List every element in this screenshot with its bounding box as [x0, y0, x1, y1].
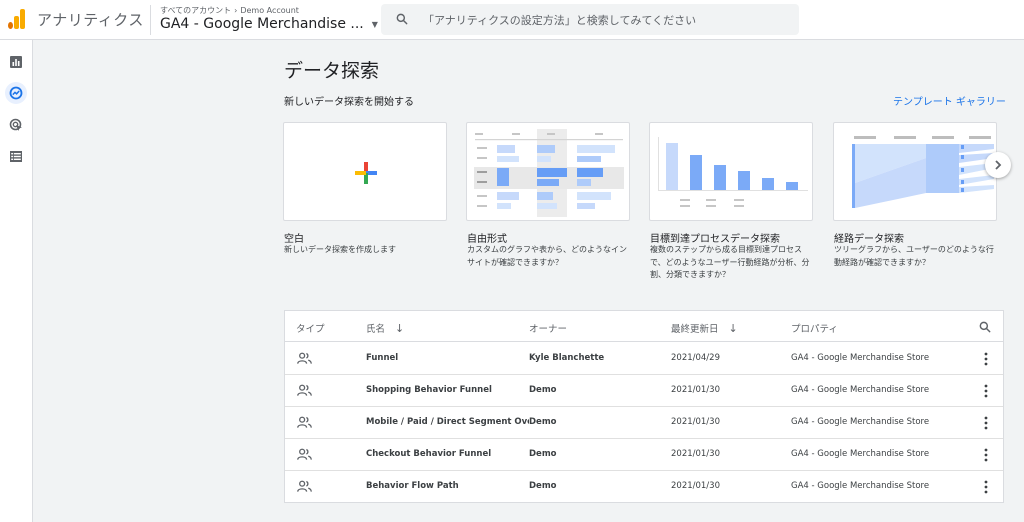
search-icon: [396, 13, 408, 25]
arrow-down-icon: ↓: [395, 322, 405, 335]
shared-users-icon: [297, 384, 312, 396]
funnel-icon: [658, 137, 808, 207]
account-selector[interactable]: GA4 - Google Merchandise ... ▼: [160, 16, 378, 32]
header-type[interactable]: タイプ: [296, 321, 325, 335]
more-vert-icon[interactable]: [981, 416, 991, 430]
template-desc-freeform: カスタムのグラフや表から、どのようなインサイトが確認できますか？: [467, 245, 627, 267]
breadcrumb[interactable]: すべてのアカウント › Demo Account: [160, 5, 299, 16]
header-owner[interactable]: オーナー: [529, 321, 567, 335]
freeform-icon: [474, 129, 624, 217]
breadcrumb-all-accounts[interactable]: すべてのアカウント: [160, 6, 231, 15]
nav-explore[interactable]: [5, 82, 27, 104]
path-icon: [852, 136, 994, 208]
table-header: タイプ 氏名 ↓ オーナー 最終更新日 ↓ プロパティ: [285, 311, 1003, 342]
explorations-table: タイプ 氏名 ↓ オーナー 最終更新日 ↓ プロパティ Funnel Kyle Bl…: [284, 310, 1004, 503]
row-name[interactable]: Funnel: [366, 353, 398, 363]
table-row[interactable]: Funnel Kyle Blanchette 2021/04/29 GA4 - …: [285, 343, 1003, 375]
more-vert-icon[interactable]: [981, 480, 991, 494]
arrow-down-icon: ↓: [728, 322, 738, 335]
template-desc-blank: 新しいデータ探索を作成します: [284, 245, 396, 254]
search-box[interactable]: 「アナリティクスの設定方法」と検索してみてください: [381, 4, 799, 35]
template-title-path[interactable]: 経路データ探索: [834, 230, 904, 245]
row-property: GA4 - Google Merchandise Store: [791, 449, 930, 459]
template-title-funnel[interactable]: 目標到達プロセスデータ探索: [650, 230, 780, 245]
row-date: 2021/01/30: [671, 385, 720, 395]
nav-reports[interactable]: [5, 51, 27, 73]
table-row[interactable]: Behavior Flow Path Demo 2021/01/30 GA4 -…: [285, 471, 1003, 503]
template-card-path[interactable]: [833, 122, 997, 221]
template-gallery-link[interactable]: テンプレート ギャラリー: [893, 93, 1006, 108]
header-name[interactable]: 氏名 ↓: [366, 321, 404, 335]
caret-down-icon: ▼: [371, 19, 378, 29]
row-date: 2021/01/30: [671, 449, 720, 459]
top-bar: アナリティクス すべてのアカウント › Demo Account GA4 - Goo…: [0, 0, 1024, 40]
nav-advertising[interactable]: [5, 114, 27, 136]
template-card-funnel[interactable]: [649, 122, 813, 221]
row-owner: Demo: [529, 449, 557, 459]
page-title: データ探索: [284, 60, 380, 82]
row-name[interactable]: Behavior Flow Path: [366, 481, 459, 491]
template-title-blank[interactable]: 空白: [284, 230, 304, 245]
app-name[interactable]: アナリティクス: [37, 9, 144, 30]
template-desc-path: ツリーグラフから、ユーザーのどのような行動経路が確認できますか？: [834, 245, 994, 267]
header-modified-label: 最終更新日: [671, 324, 719, 335]
advertising-icon: [9, 118, 22, 131]
more-vert-icon[interactable]: [981, 448, 991, 462]
table-row[interactable]: Checkout Behavior Funnel Demo 2021/01/30…: [285, 439, 1003, 471]
search-input[interactable]: 「アナリティクスの設定方法」と検索してみてください: [423, 12, 696, 28]
divider: [150, 5, 151, 35]
more-vert-icon[interactable]: [981, 384, 991, 398]
row-date: 2021/01/30: [671, 481, 720, 491]
more-vert-icon[interactable]: [981, 352, 991, 366]
row-date: 2021/04/29: [671, 353, 720, 363]
explore-icon: [9, 86, 23, 100]
row-property: GA4 - Google Merchandise Store: [791, 417, 930, 427]
row-name[interactable]: Mobile / Paid / Direct Segment Overlap: [366, 417, 529, 427]
row-property: GA4 - Google Merchandise Store: [791, 353, 930, 363]
shared-users-icon: [297, 352, 312, 364]
row-property: GA4 - Google Merchandise Store: [791, 481, 930, 491]
template-card-blank[interactable]: [283, 122, 447, 221]
account-name: GA4 - Google Merchandise ...: [160, 16, 364, 32]
chevron-right-icon: [995, 160, 1002, 170]
chevron-right-icon: ›: [234, 6, 238, 15]
shared-users-icon: [297, 480, 312, 492]
section-subtitle: 新しいデータ探索を開始する: [284, 97, 414, 108]
row-owner: Kyle Blanchette: [529, 353, 605, 363]
table-row[interactable]: Mobile / Paid / Direct Segment Overlap D…: [285, 407, 1003, 439]
row-date: 2021/01/30: [671, 417, 720, 427]
template-desc-funnel: 複数のステップから成る目標到達プロセスで、どのようなユーザー行動経路が分析、分割…: [650, 245, 810, 279]
shared-users-icon: [297, 416, 312, 428]
row-owner: Demo: [529, 481, 557, 491]
table-row[interactable]: Shopping Behavior Funnel Demo 2021/01/30…: [285, 375, 1003, 407]
bar-chart-icon: [10, 56, 22, 68]
row-name[interactable]: Checkout Behavior Funnel: [366, 449, 491, 459]
template-card-freeform[interactable]: [466, 122, 630, 221]
table-search-icon[interactable]: [978, 320, 992, 334]
header-modified[interactable]: 最終更新日 ↓: [671, 321, 738, 335]
template-title-freeform[interactable]: 自由形式: [467, 230, 507, 245]
analytics-logo-icon[interactable]: [8, 9, 26, 29]
row-owner: Demo: [529, 385, 557, 395]
shared-users-icon: [297, 448, 312, 460]
carousel-next-button[interactable]: [985, 152, 1011, 178]
left-nav: [0, 40, 33, 522]
nav-configure[interactable]: [5, 145, 27, 167]
row-owner: Demo: [529, 417, 557, 427]
plus-icon: [355, 162, 377, 184]
header-property[interactable]: プロパティ: [791, 321, 838, 335]
row-name[interactable]: Shopping Behavior Funnel: [366, 385, 492, 395]
header-name-label: 氏名: [366, 324, 386, 335]
list-icon: [10, 150, 22, 162]
breadcrumb-account[interactable]: Demo Account: [240, 6, 299, 15]
row-property: GA4 - Google Merchandise Store: [791, 385, 930, 395]
